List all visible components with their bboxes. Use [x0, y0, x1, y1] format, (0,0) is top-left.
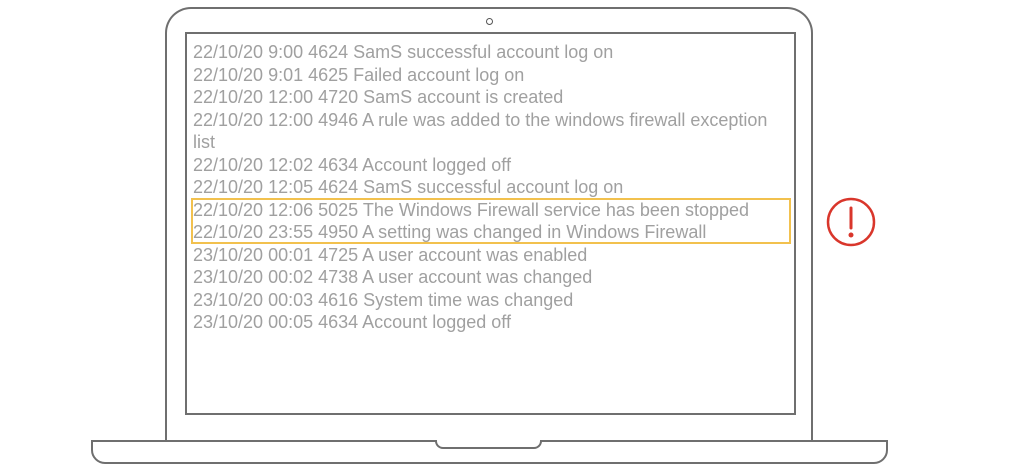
log-entry: 22/10/20 23:55 4950 A setting was change… — [193, 222, 707, 242]
log-entry: 23/10/20 00:01 4725 A user account was e… — [193, 244, 588, 265]
log-entry: 22/10/20 12:05 4624 SamS successful acco… — [193, 177, 624, 197]
log-entry: 23/10/20 00:03 4616 System time was chan… — [193, 289, 574, 310]
log-entry: 23/10/20 00:02 4738 A user account was c… — [193, 267, 593, 287]
log-entry-highlighted: 22/10/20 12:06 5025 The Windows Firewall… — [193, 199, 750, 220]
laptop-screen: 22/10/20 9:00 4624 SamS successful accou… — [185, 32, 796, 415]
event-log-list: 22/10/20 9:00 4624 SamS successful accou… — [193, 41, 791, 334]
laptop-notch — [435, 440, 542, 449]
log-entry: 23/10/20 00:05 4634 Account logged off — [193, 312, 511, 332]
webcam-icon — [486, 18, 493, 25]
log-entry: 22/10/20 9:01 4625 Failed account log on — [193, 64, 525, 85]
log-entry: 22/10/20 9:00 4624 SamS successful accou… — [193, 42, 614, 62]
exclamation-circle-icon — [826, 197, 876, 247]
log-entry: 22/10/20 12:00 4720 SamS account is crea… — [193, 87, 564, 107]
log-entry: 22/10/20 12:02 4634 Account logged off — [193, 154, 511, 175]
log-entry: 22/10/20 12:00 4946 A rule was added to … — [193, 109, 768, 153]
